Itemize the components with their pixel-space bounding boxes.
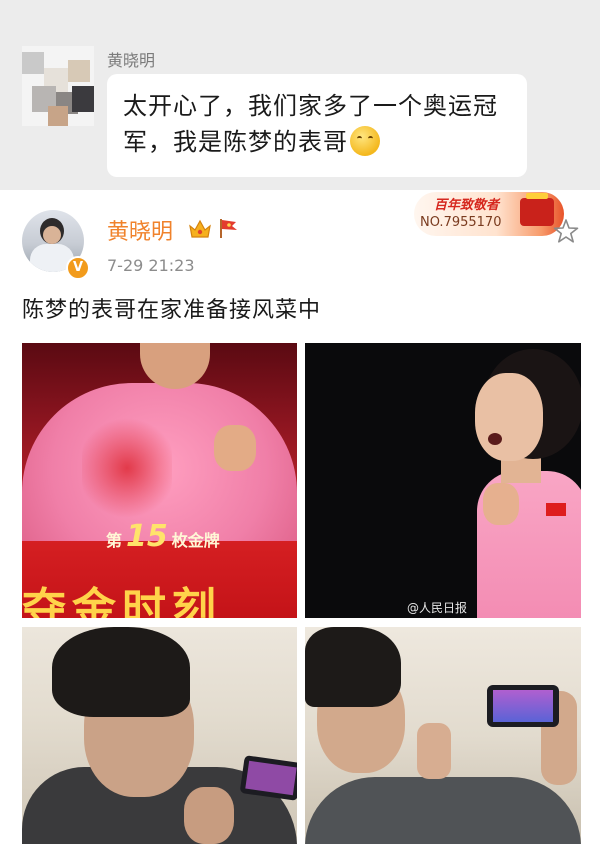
caption-prefix: 第 xyxy=(106,531,123,550)
tiananmen-icon xyxy=(520,193,554,226)
chat-message: 太开心了，我们家多了一个奥运冠军，我是陈梦的表哥 xyxy=(123,92,498,156)
chat-avatar[interactable] xyxy=(22,46,94,126)
post-author-name[interactable]: 黄晓明 xyxy=(107,214,173,246)
fan-badge-card[interactable]: 百年致敬者 NO.7955170 xyxy=(414,192,564,236)
post-timestamp: 7-29 21:23 xyxy=(107,256,195,275)
fan-badge-title: 百年致敬者 xyxy=(434,198,500,213)
dragon-print xyxy=(82,413,172,523)
athlete-mouth xyxy=(488,433,502,445)
verified-badge-icon: V xyxy=(66,256,90,280)
denim-jacket xyxy=(305,777,581,844)
flag-icon[interactable] xyxy=(216,216,240,240)
chat-bubble[interactable]: 太开心了，我们家多了一个奥运冠军，我是陈梦的表哥 xyxy=(107,74,527,177)
fist xyxy=(214,425,256,471)
fist xyxy=(483,483,519,525)
shy-smile-emoji-icon xyxy=(350,126,380,156)
athlete-face xyxy=(475,373,543,461)
post-photo-4[interactable] xyxy=(305,627,581,844)
banner-headline: 夺金时刻 xyxy=(22,584,222,618)
smartphone-icon xyxy=(239,755,297,801)
star-icon[interactable] xyxy=(553,218,579,244)
avatar-face xyxy=(43,226,61,244)
china-flag-patch xyxy=(546,503,566,516)
chat-section: 黄晓明 太开心了，我们家多了一个奥运冠军，我是陈梦的表哥 xyxy=(0,0,600,190)
man-hair xyxy=(52,627,190,717)
peace-sign-hand xyxy=(417,723,451,779)
chat-sender-name: 黄晓明 xyxy=(107,51,156,70)
gold-medal-caption: 第 15 枚金牌 xyxy=(106,519,220,554)
man-hair xyxy=(305,627,401,707)
caption-number: 15 xyxy=(126,519,168,554)
post-photo-2[interactable]: @人民日报 xyxy=(305,343,581,618)
caption-suffix: 枚金牌 xyxy=(171,531,220,550)
post-text: 陈梦的表哥在家准备接风菜中 xyxy=(22,298,322,323)
fan-badge-number: NO.7955170 xyxy=(420,215,502,230)
post-photo-3[interactable] xyxy=(22,627,297,844)
photo-watermark: @人民日报 xyxy=(407,601,468,615)
hand xyxy=(184,787,234,844)
post-photo-1[interactable]: 第 15 枚金牌 夺金时刻 xyxy=(22,343,297,618)
crown-icon[interactable] xyxy=(188,218,212,240)
smartphone-icon xyxy=(487,685,559,727)
